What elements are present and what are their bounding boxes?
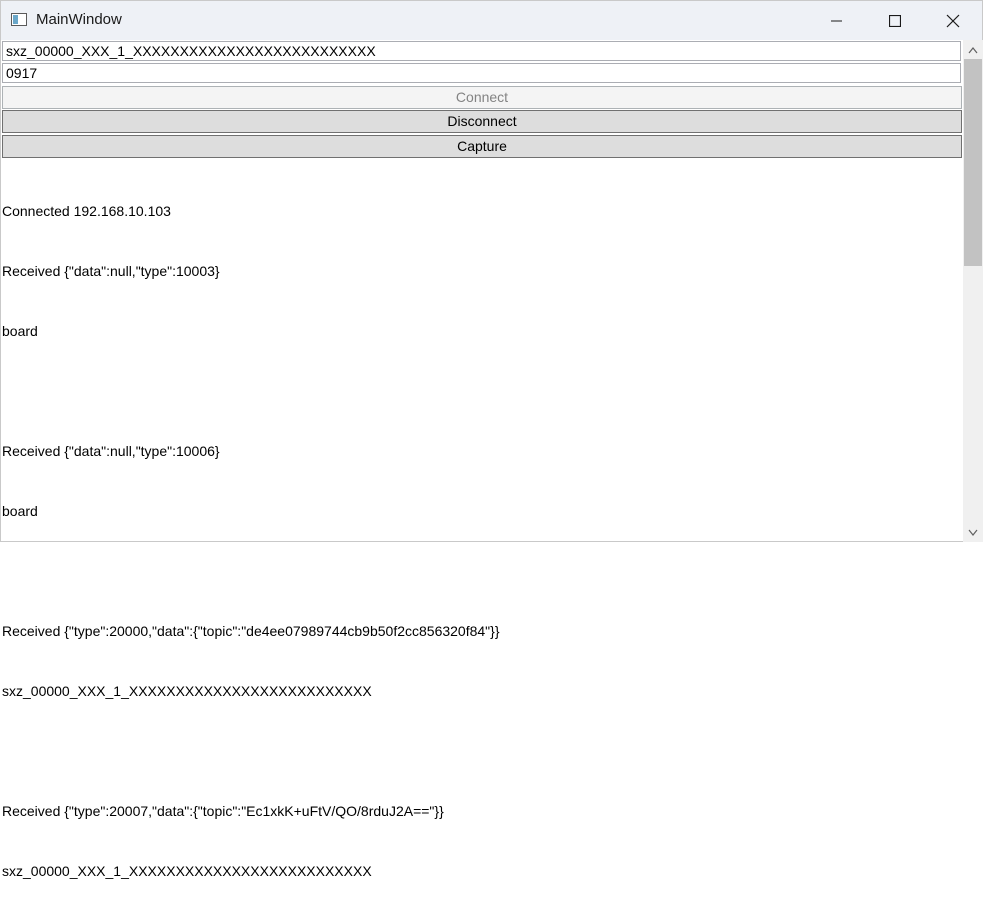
window-title: MainWindow xyxy=(36,11,122,28)
chevron-up-icon xyxy=(968,46,978,53)
minimize-icon xyxy=(831,20,842,21)
log-line: board xyxy=(2,503,38,519)
minimize-button[interactable] xyxy=(808,1,866,40)
scroll-thumb[interactable] xyxy=(964,59,982,266)
log-line: Connected 192.168.10.103 xyxy=(2,203,171,219)
log-line: Received {"type":20000,"data":{"topic":"… xyxy=(2,623,500,639)
scroll-down-button[interactable] xyxy=(963,523,983,541)
title-bar[interactable]: MainWindow xyxy=(1,1,982,40)
topic-input[interactable]: sxz_00000_XXX_1_XXXXXXXXXXXXXXXXXXXXXXXX… xyxy=(2,41,961,61)
connect-button[interactable]: Connect xyxy=(2,86,962,109)
log-line: Received {"data":null,"type":10003} xyxy=(2,263,220,279)
app-window-icon xyxy=(11,13,27,26)
chevron-down-icon xyxy=(968,529,978,536)
log-line: sxz_00000_XXX_1_XXXXXXXXXXXXXXXXXXXXXXXX… xyxy=(2,863,372,879)
vertical-scrollbar[interactable] xyxy=(963,40,983,542)
log-line: sxz_00000_XXX_1_XXXXXXXXXXXXXXXXXXXXXXXX… xyxy=(2,683,372,699)
log-line: Received {"type":20007,"data":{"topic":"… xyxy=(2,803,444,819)
capture-button[interactable]: Capture xyxy=(2,135,962,158)
maximize-button[interactable] xyxy=(866,1,924,40)
content-area: sxz_00000_XXX_1_XXXXXXXXXXXXXXXXXXXXXXXX… xyxy=(1,40,963,879)
disconnect-button[interactable]: Disconnect xyxy=(2,110,962,133)
scroll-up-button[interactable] xyxy=(963,41,983,59)
close-button[interactable] xyxy=(924,1,982,40)
main-window: MainWindow sxz_00000_XXX_1_XXXXXXXXXXXXX… xyxy=(0,0,983,879)
log-output[interactable]: Connected 192.168.10.103 Received {"data… xyxy=(2,161,962,921)
code-input[interactable]: 0917 xyxy=(2,63,961,83)
log-line: Received {"data":null,"type":10006} xyxy=(2,443,220,459)
maximize-icon xyxy=(889,14,901,27)
close-icon xyxy=(946,14,960,27)
log-line: board xyxy=(2,323,38,339)
